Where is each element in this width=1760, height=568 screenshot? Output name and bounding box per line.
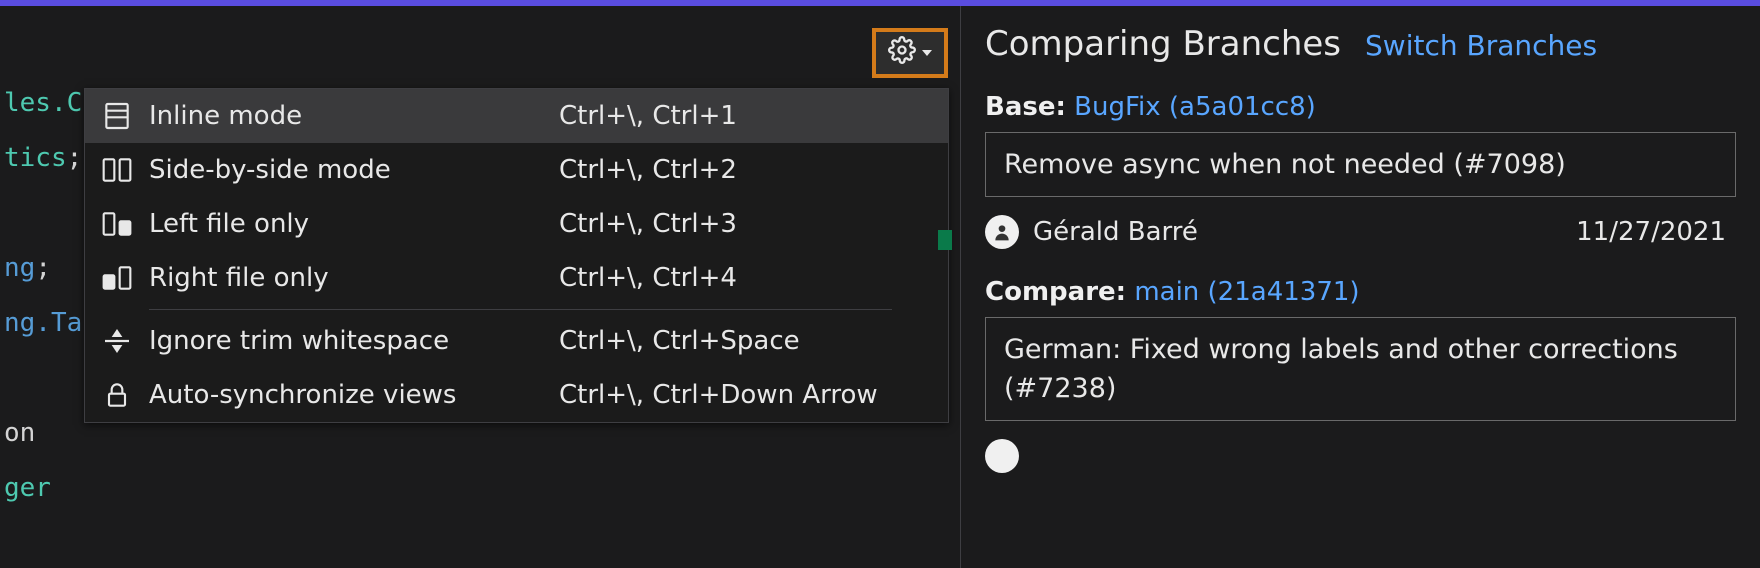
menu-item-left-file-only[interactable]: Left file only Ctrl+\, Ctrl+3 (85, 197, 948, 251)
menu-item-shortcut: Ctrl+\, Ctrl+Space (559, 326, 932, 356)
compare-branches-panel: Comparing Branches Switch Branches Base:… (960, 6, 1760, 568)
diff-settings-button[interactable] (872, 28, 948, 78)
code-fragment: tics (4, 143, 67, 173)
switch-branches-link[interactable]: Switch Branches (1365, 29, 1597, 62)
menu-item-side-by-side[interactable]: Side-by-side mode Ctrl+\, Ctrl+2 (85, 143, 948, 197)
side-by-side-icon (101, 154, 149, 186)
panel-title: Comparing Branches (985, 24, 1341, 64)
commit-author-row: Gérald Barré 11/27/2021 (985, 215, 1736, 249)
menu-item-shortcut: Ctrl+\, Ctrl+Down Arrow (559, 380, 932, 410)
menu-item-label: Side-by-side mode (149, 155, 559, 185)
menu-separator (149, 309, 892, 310)
base-label: Base: (985, 92, 1066, 122)
menu-item-shortcut: Ctrl+\, Ctrl+4 (559, 263, 932, 293)
compare-commit-message[interactable]: German: Fixed wrong labels and other cor… (985, 317, 1736, 421)
code-fragment: on (4, 418, 35, 448)
menu-item-auto-synchronize-views[interactable]: Auto-synchronize views Ctrl+\, Ctrl+Down… (85, 368, 948, 422)
base-branch-link[interactable]: BugFix (a5a01cc8) (1074, 92, 1316, 122)
trim-whitespace-icon (101, 325, 149, 357)
menu-item-right-file-only[interactable]: Right file only Ctrl+\, Ctrl+4 (85, 251, 948, 305)
author-avatar (985, 215, 1019, 249)
lock-icon (101, 379, 149, 411)
menu-item-label: Left file only (149, 209, 559, 239)
diff-change-marker (938, 230, 952, 250)
menu-item-label: Ignore trim whitespace (149, 326, 559, 356)
diff-view-menu: Inline mode Ctrl+\, Ctrl+1 Side-by-side … (84, 88, 949, 423)
gear-icon (888, 36, 916, 71)
author-name: Gérald Barré (1033, 217, 1198, 247)
menu-item-shortcut: Ctrl+\, Ctrl+3 (559, 209, 932, 239)
right-file-icon (101, 262, 149, 294)
inline-mode-icon (101, 100, 149, 132)
menu-item-ignore-trim-whitespace[interactable]: Ignore trim whitespace Ctrl+\, Ctrl+Spac… (85, 314, 948, 368)
left-file-icon (101, 208, 149, 240)
author-avatar (985, 439, 1019, 473)
menu-item-label: Right file only (149, 263, 559, 293)
editor-pane: les.Co tics; ng; ng.Tas on ger Inline mo… (0, 6, 960, 568)
menu-item-label: Auto-synchronize views (149, 380, 559, 410)
compare-branch-link[interactable]: main (21a41371) (1134, 277, 1359, 307)
base-commit-message[interactable]: Remove async when not needed (#7098) (985, 132, 1736, 197)
menu-item-shortcut: Ctrl+\, Ctrl+1 (559, 101, 932, 131)
menu-item-shortcut: Ctrl+\, Ctrl+2 (559, 155, 932, 185)
menu-item-inline-mode[interactable]: Inline mode Ctrl+\, Ctrl+1 (85, 89, 948, 143)
commit-date: 11/27/2021 (1576, 217, 1736, 247)
menu-item-label: Inline mode (149, 101, 559, 131)
dropdown-caret-icon (922, 50, 932, 56)
code-fragment: ng (4, 253, 35, 283)
compare-label: Compare: (985, 277, 1126, 307)
code-fragment: ger (4, 473, 51, 503)
